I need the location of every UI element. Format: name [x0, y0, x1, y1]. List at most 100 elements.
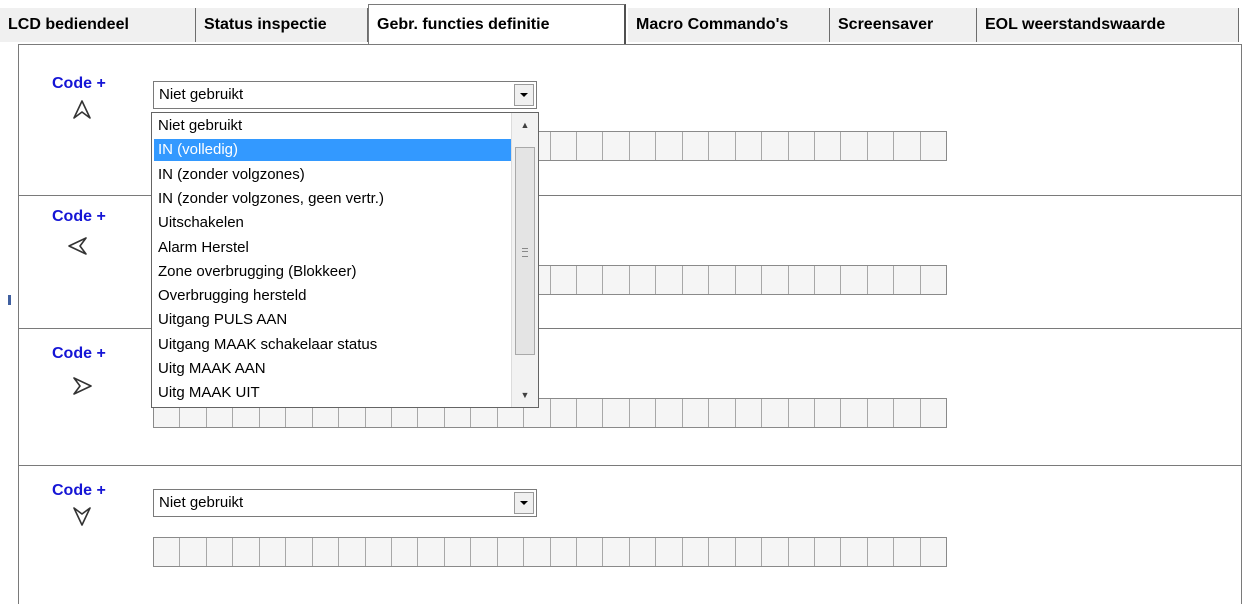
code-cell[interactable] [815, 399, 842, 427]
code-cell[interactable] [921, 399, 946, 427]
code-cell[interactable] [709, 266, 736, 294]
dropdown-option[interactable]: Alarm Herstel [154, 237, 512, 259]
code-cell[interactable] [789, 132, 815, 160]
code-cell[interactable] [841, 538, 868, 566]
code-cell[interactable] [762, 266, 789, 294]
code-cell[interactable] [868, 266, 895, 294]
scroll-down-icon[interactable]: ▼ [512, 383, 538, 407]
code-cell[interactable] [868, 399, 895, 427]
dropdown-option[interactable]: Uitschakelen [154, 212, 512, 234]
code-cell[interactable] [260, 538, 287, 566]
code-cell[interactable] [683, 132, 710, 160]
code-cell[interactable] [551, 538, 577, 566]
dropdown-scrollbar[interactable]: ▲ ▼ [511, 113, 538, 407]
code-cell[interactable] [789, 266, 815, 294]
dropdown-option[interactable]: Zone overbrugging (Blokkeer) [154, 261, 512, 283]
code-cell[interactable] [577, 538, 604, 566]
code-cell[interactable] [894, 538, 921, 566]
code-cell[interactable] [736, 266, 763, 294]
code-cell[interactable] [630, 132, 657, 160]
code-cell[interactable] [736, 399, 763, 427]
code-cell[interactable] [603, 538, 630, 566]
code-cell[interactable] [630, 538, 657, 566]
code-cell[interactable] [762, 132, 789, 160]
code-cell[interactable] [445, 538, 472, 566]
code-cell[interactable] [577, 399, 604, 427]
code-cell[interactable] [366, 538, 392, 566]
code-cell[interactable] [551, 266, 577, 294]
code-cell[interactable] [841, 132, 868, 160]
dropdown-option[interactable]: IN (volledig) [154, 139, 512, 162]
code-cell[interactable] [656, 399, 683, 427]
code-cell[interactable] [841, 399, 868, 427]
tab-macro-commandos[interactable]: Macro Commando's [628, 8, 830, 42]
code-cell[interactable] [656, 538, 683, 566]
code-cell[interactable] [921, 132, 946, 160]
tab-screensaver[interactable]: Screensaver [830, 8, 977, 42]
code-cell[interactable] [313, 538, 340, 566]
code-cell[interactable] [921, 266, 946, 294]
tab-lcd-bediendeel[interactable]: LCD bediendeel [0, 8, 196, 42]
code-cell[interactable] [868, 132, 895, 160]
code-sequence-cells-down[interactable] [153, 537, 947, 567]
code-cell[interactable] [683, 399, 710, 427]
tab-status-inspectie[interactable]: Status inspectie [196, 8, 368, 42]
dropdown-option[interactable]: Uitgang PULS AAN [154, 309, 512, 331]
code-cell[interactable] [709, 132, 736, 160]
code-cell[interactable] [339, 538, 366, 566]
code-cell[interactable] [603, 132, 630, 160]
code-cell[interactable] [577, 132, 604, 160]
code-cell[interactable] [815, 538, 842, 566]
code-cell[interactable] [207, 538, 234, 566]
dropdown-option[interactable]: Overbrugging hersteld [154, 285, 512, 307]
code-cell[interactable] [656, 132, 683, 160]
dropdown-option[interactable]: Uitg MAAK AAN [154, 358, 512, 380]
code-cell[interactable] [603, 399, 630, 427]
code-cell[interactable] [471, 538, 498, 566]
tab-gebr-functies-definitie[interactable]: Gebr. functies definitie [368, 4, 626, 44]
dropdown-option[interactable]: IN (zonder volgzones, geen vertr.) [154, 188, 512, 210]
code-cell[interactable] [392, 538, 419, 566]
code-cell[interactable] [815, 266, 842, 294]
code-cell[interactable] [789, 538, 815, 566]
code-cell[interactable] [736, 538, 763, 566]
code-cell[interactable] [709, 538, 736, 566]
code-cell[interactable] [656, 266, 683, 294]
scroll-up-icon[interactable]: ▲ [512, 113, 538, 137]
code-cell[interactable] [551, 399, 577, 427]
code-cell[interactable] [841, 266, 868, 294]
code-cell[interactable] [894, 132, 921, 160]
code-cell[interactable] [603, 266, 630, 294]
code-cell[interactable] [286, 538, 313, 566]
function-dropdown-list[interactable]: Niet gebruikt IN (volledig) IN (zonder vol… [151, 112, 539, 408]
code-cell[interactable] [418, 538, 445, 566]
code-cell[interactable] [894, 399, 921, 427]
tab-eol-weerstandswaarde[interactable]: EOL weerstandswaarde [977, 8, 1239, 42]
code-cell[interactable] [630, 266, 657, 294]
dropdown-option[interactable]: Uitgang MAAK schakelaar status [154, 334, 512, 356]
code-cell[interactable] [233, 538, 260, 566]
code-cell[interactable] [762, 399, 789, 427]
code-cell[interactable] [498, 538, 525, 566]
chevron-down-icon[interactable] [514, 84, 534, 106]
code-cell[interactable] [180, 538, 207, 566]
code-cell[interactable] [577, 266, 604, 294]
dropdown-option[interactable]: Niet gebruikt [154, 115, 512, 137]
code-cell[interactable] [683, 538, 710, 566]
function-select-down[interactable]: Niet gebruikt [153, 489, 537, 517]
code-cell[interactable] [789, 399, 815, 427]
code-cell[interactable] [551, 132, 577, 160]
code-cell[interactable] [762, 538, 789, 566]
code-cell[interactable] [154, 538, 181, 566]
code-cell[interactable] [815, 132, 842, 160]
dropdown-option[interactable]: IN (zonder volgzones) [154, 164, 512, 186]
code-cell[interactable] [894, 266, 921, 294]
code-cell[interactable] [630, 399, 657, 427]
code-cell[interactable] [921, 538, 946, 566]
code-cell[interactable] [524, 538, 551, 566]
code-cell[interactable] [683, 266, 710, 294]
function-select-up[interactable]: Niet gebruikt [153, 81, 537, 109]
code-cell[interactable] [709, 399, 736, 427]
dropdown-option[interactable]: Uitg MAAK UIT [154, 382, 512, 404]
code-cell[interactable] [736, 132, 763, 160]
